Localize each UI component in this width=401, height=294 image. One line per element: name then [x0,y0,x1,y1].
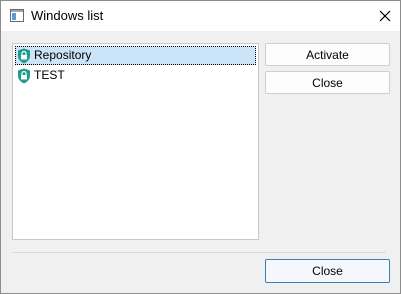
shield-lock-icon [17,68,31,84]
close-icon[interactable] [369,1,400,31]
window-icon [10,9,24,22]
separator [12,252,386,253]
list-item-repository[interactable]: Repository [15,46,256,65]
shield-lock-icon [17,48,31,64]
list-item-label: TEST [34,68,65,82]
windows-list-dialog: Windows list Repository TEST Activate Cl… [0,0,401,294]
close-dialog-button[interactable]: Close [265,259,390,283]
dialog-title: Windows list [31,8,104,23]
close-window-button[interactable]: Close [265,71,390,94]
title-bar: Windows list [1,1,400,31]
windows-listbox[interactable]: Repository TEST [12,43,259,240]
list-item-test[interactable]: TEST [15,66,256,85]
list-item-label: Repository [34,48,92,62]
activate-button[interactable]: Activate [265,43,390,66]
